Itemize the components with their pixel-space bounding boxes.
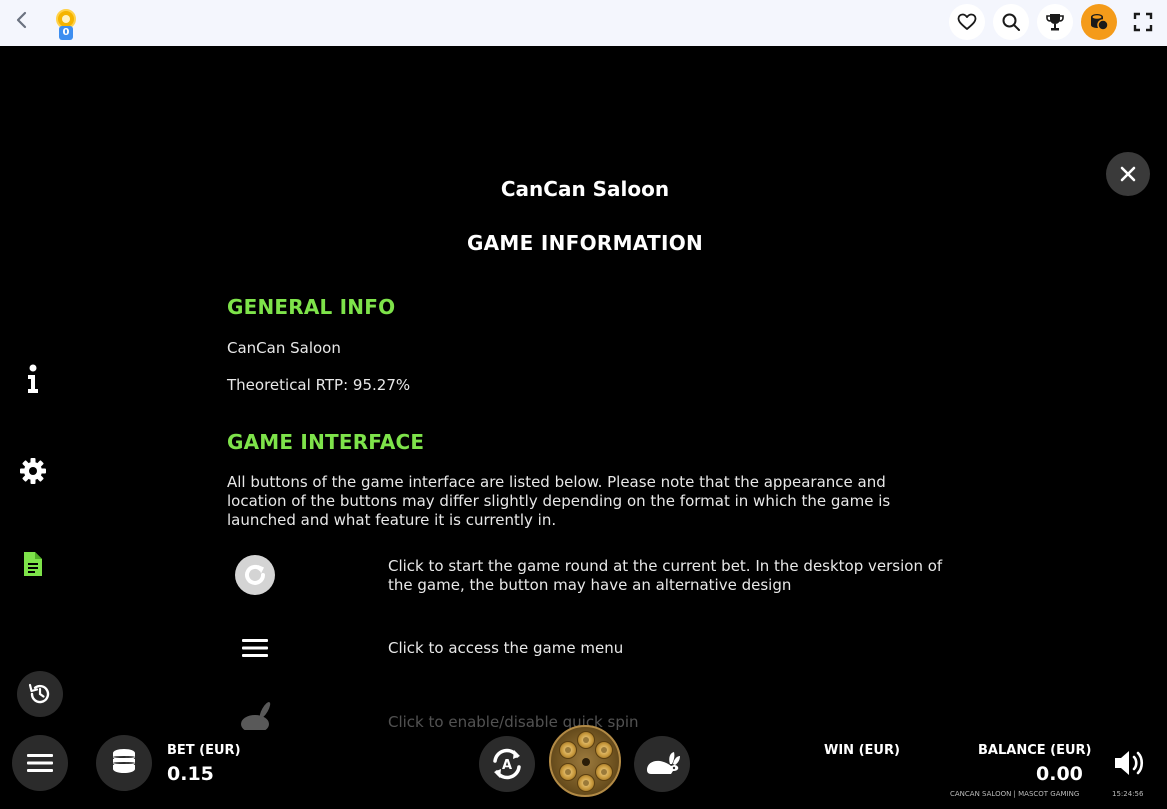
close-icon: [1120, 166, 1136, 182]
clock-time: 15:24:56: [1112, 790, 1144, 798]
rabbit-icon: [241, 702, 271, 730]
interface-row-quickspin-text: Click to enable/disable quick spin: [388, 713, 639, 730]
interface-row-spin-text: Click to start the game round at the cur…: [388, 557, 943, 594]
balance-label: BALANCE (EUR): [978, 743, 1092, 758]
bullet-icon: [595, 741, 613, 759]
bullet-icon: [577, 774, 595, 792]
menu-icon: [242, 639, 268, 657]
interface-row-spin-icon: [234, 554, 276, 596]
rabbit-icon: [647, 752, 680, 774]
history-button[interactable]: [17, 671, 63, 717]
interface-row-menu-icon: [234, 627, 276, 669]
coins-button[interactable]: [1081, 4, 1117, 40]
side-item-settings[interactable]: [14, 452, 52, 490]
chevron-left-icon: [16, 11, 27, 29]
history-icon: [28, 683, 50, 704]
game-title: CanCan Saloon: [500, 177, 670, 201]
fullscreen-icon: [1133, 12, 1153, 32]
sound-button[interactable]: [1110, 746, 1150, 780]
bullet-icon: [559, 741, 577, 759]
gear-icon: [20, 458, 46, 484]
spin-arrow-icon: [235, 555, 275, 595]
side-item-rules[interactable]: [14, 545, 52, 583]
balance-value: 0.00: [1036, 763, 1083, 785]
top-bar: 0: [0, 0, 1167, 46]
side-item-info[interactable]: [14, 360, 52, 398]
trophy-button[interactable]: [1037, 4, 1073, 40]
fullscreen-button[interactable]: [1125, 4, 1161, 40]
info-icon: [28, 364, 38, 393]
document-icon: [24, 552, 42, 576]
bullet-icon: [577, 731, 595, 749]
token-widget[interactable]: 0: [54, 9, 78, 41]
token-count-badge: 0: [59, 26, 73, 40]
back-button[interactable]: [10, 8, 34, 32]
menu-icon: [27, 754, 53, 772]
top-actions: [949, 4, 1161, 40]
general-info-heading: GENERAL INFO: [227, 295, 396, 319]
search-icon: [1002, 13, 1020, 31]
bet-value: 0.15: [167, 763, 214, 785]
speaker-icon: [1115, 751, 1144, 775]
bullet-icon: [559, 763, 577, 781]
heart-icon: [957, 13, 977, 30]
quick-spin-button[interactable]: [634, 736, 690, 792]
close-button[interactable]: [1106, 152, 1150, 196]
general-info-name: CanCan Saloon: [227, 339, 341, 357]
general-info-rtp: Theoretical RTP: 95.27%: [227, 376, 411, 394]
autoplay-icon: A: [493, 748, 521, 780]
spin-button[interactable]: [549, 725, 621, 797]
game-interface-heading: GAME INTERFACE: [227, 430, 425, 454]
coins-icon: [1091, 14, 1109, 31]
win-label: WIN (EUR): [824, 743, 900, 758]
interface-row-quickspin-icon: [234, 700, 276, 730]
menu-button[interactable]: [12, 735, 68, 791]
coin-stack-icon: [113, 749, 135, 773]
page-heading: GAME INFORMATION: [466, 231, 704, 255]
bet-button[interactable]: [96, 735, 152, 791]
svg-text:A: A: [502, 758, 512, 773]
cylinder-hub: [582, 758, 590, 766]
footer-game-label: CANCAN SALOON | MASCOT GAMING: [950, 790, 1080, 798]
favorite-button[interactable]: [949, 4, 985, 40]
interface-row-menu-text: Click to access the game menu: [388, 639, 624, 657]
game-interface-intro: All buttons of the game interface are li…: [227, 473, 891, 529]
bet-label: BET (EUR): [167, 743, 241, 758]
bullet-icon: [595, 763, 613, 781]
autoplay-button[interactable]: A: [479, 736, 535, 792]
trophy-icon: [1046, 14, 1064, 31]
search-button[interactable]: [993, 4, 1029, 40]
